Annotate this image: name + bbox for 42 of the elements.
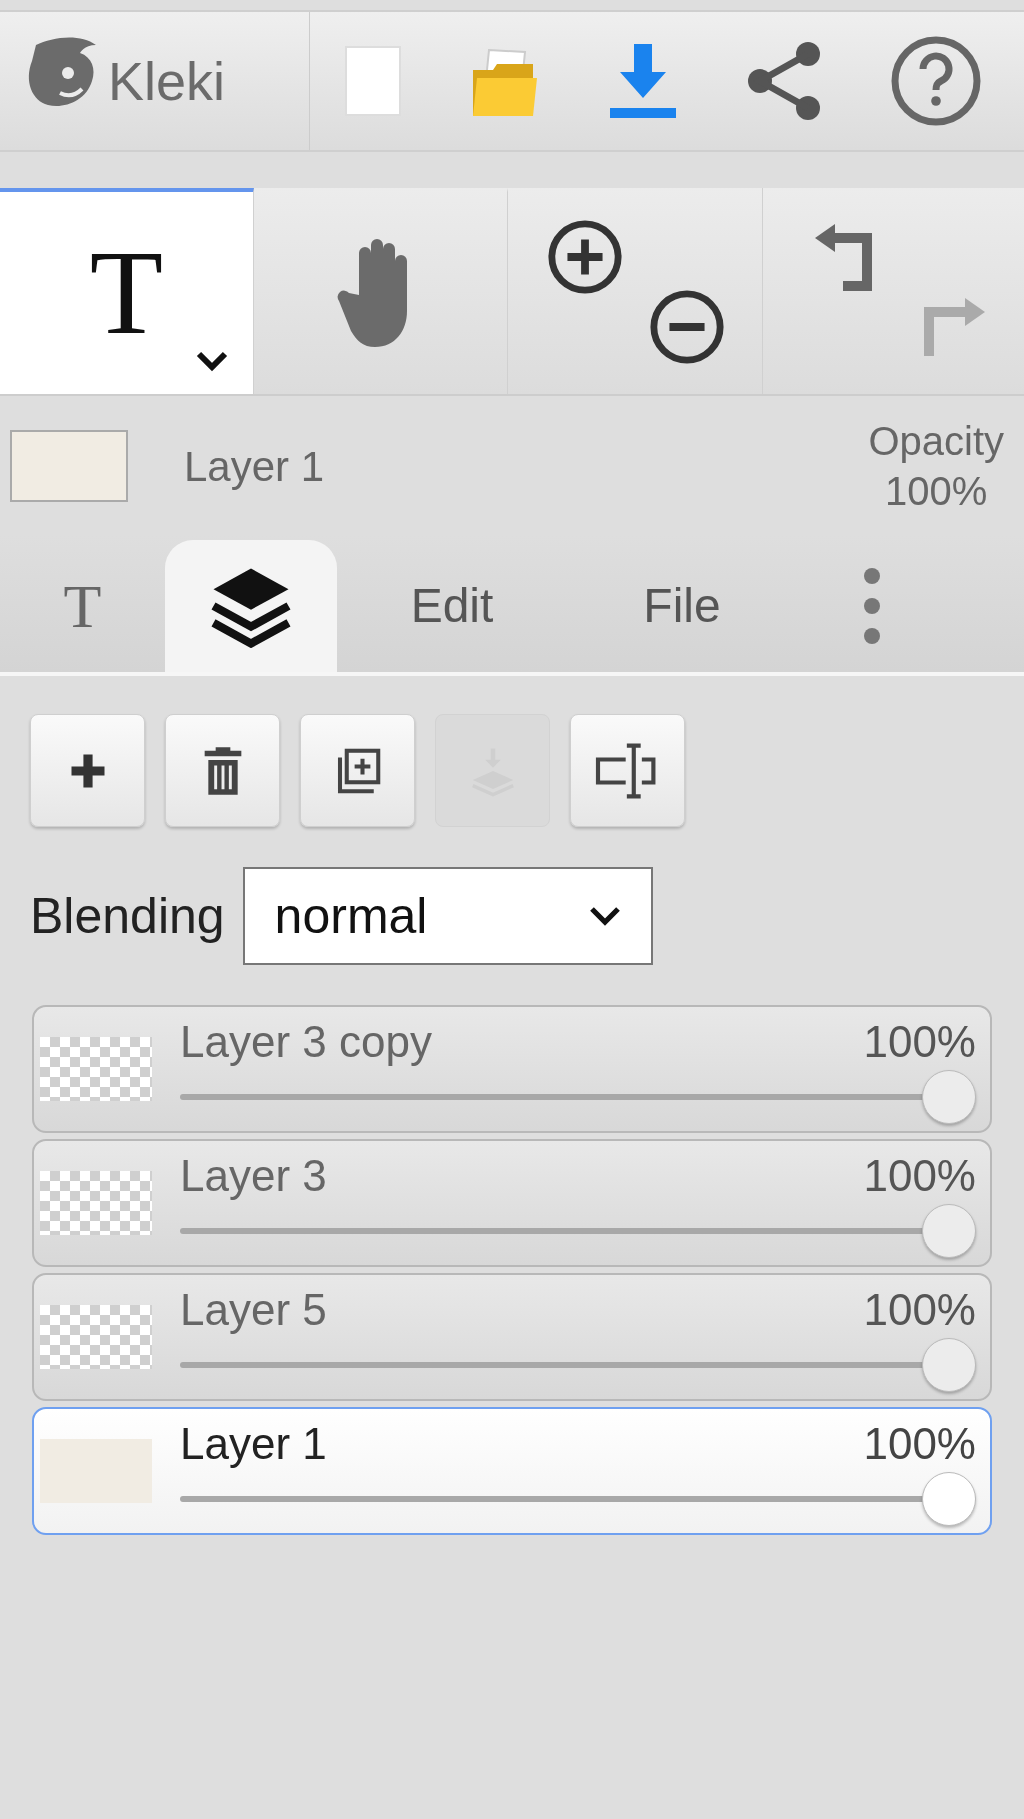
- slider-thumb[interactable]: [922, 1337, 976, 1392]
- layers-tab[interactable]: [165, 540, 337, 672]
- duplicate-layer-button[interactable]: [300, 714, 415, 827]
- current-layer-name: Layer 1: [184, 441, 325, 492]
- text-tool-button[interactable]: T: [0, 188, 254, 394]
- opacity-label: Opacity: [868, 418, 1004, 465]
- slider-thumb[interactable]: [922, 1203, 976, 1258]
- layer-item[interactable]: Layer 3 100%: [32, 1139, 992, 1267]
- menu-tab[interactable]: Edit: [337, 540, 567, 672]
- layer-name: Layer 3 copy: [180, 1015, 432, 1068]
- opacity-slider[interactable]: [180, 1336, 976, 1393]
- zoom-out-icon[interactable]: [648, 288, 726, 366]
- layer-opacity: 100%: [863, 1417, 976, 1470]
- caret-icon: [195, 350, 229, 372]
- layer-item[interactable]: Layer 5 100%: [32, 1273, 992, 1401]
- blending-select[interactable]: normal: [242, 867, 653, 965]
- opacity-slider[interactable]: [180, 1470, 976, 1527]
- slider-thumb[interactable]: [922, 1069, 976, 1124]
- logo-text: Kleki: [108, 49, 226, 113]
- rename-layer-button[interactable]: [570, 714, 685, 827]
- layer-item[interactable]: Layer 1 100%: [32, 1407, 992, 1535]
- opacity-slider[interactable]: [180, 1068, 976, 1125]
- layer-item[interactable]: Layer 3 copy 100%: [32, 1005, 992, 1133]
- opacity-value: 100%: [885, 468, 988, 515]
- layer-opacity: 100%: [863, 1015, 976, 1068]
- layer-opacity: 100%: [863, 1283, 976, 1336]
- layer-name: Layer 5: [180, 1283, 327, 1336]
- blending-label: Blending: [30, 886, 225, 946]
- opacity-slider[interactable]: [180, 1202, 976, 1259]
- zoom-in-icon[interactable]: [546, 218, 624, 296]
- caret-icon: [588, 906, 621, 926]
- download-icon[interactable]: [607, 42, 678, 120]
- add-layer-button[interactable]: [30, 714, 145, 827]
- layer-name: Layer 3: [180, 1149, 327, 1202]
- more-icon: [862, 566, 882, 646]
- menu-tab[interactable]: File: [567, 540, 797, 672]
- layer-opacity: 100%: [863, 1149, 976, 1202]
- delete-layer-button[interactable]: [165, 714, 280, 827]
- brush-tab[interactable]: T: [0, 540, 165, 672]
- layer-name: Layer 1: [180, 1417, 327, 1470]
- slider-thumb[interactable]: [922, 1471, 976, 1526]
- help-icon[interactable]: [890, 35, 983, 127]
